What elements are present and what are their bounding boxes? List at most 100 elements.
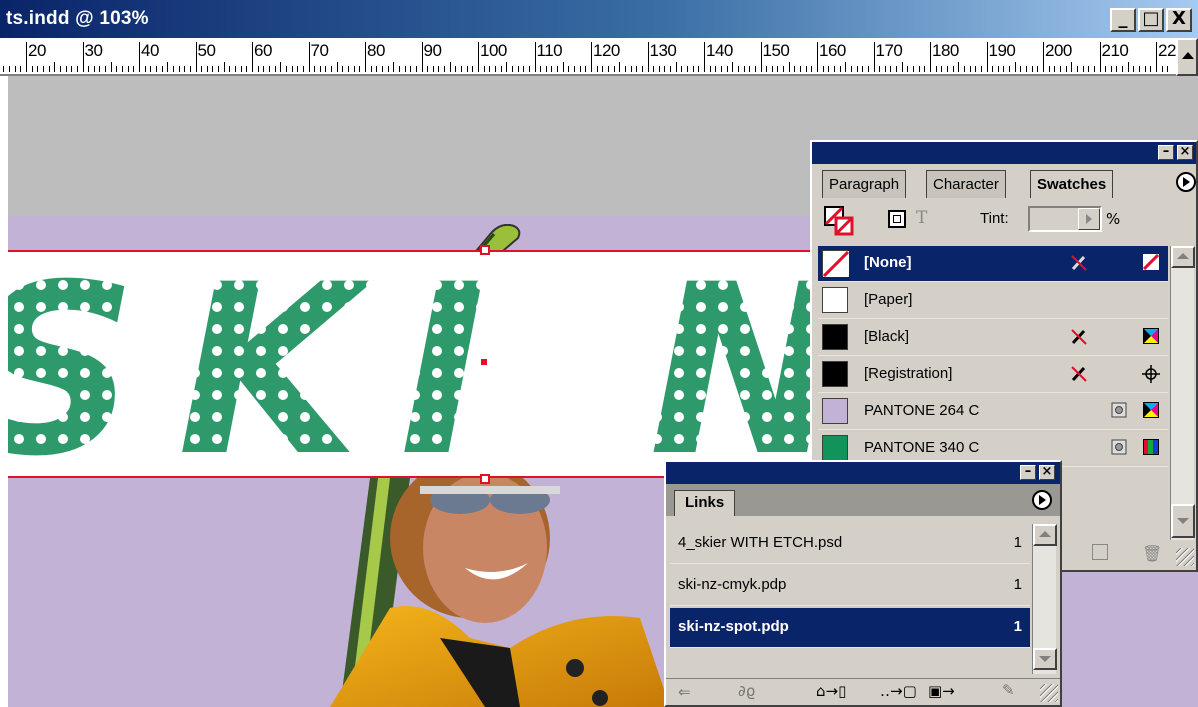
ruler-minor-tick bbox=[500, 66, 502, 72]
ruler-minor-tick bbox=[692, 66, 694, 72]
collapse-button[interactable]: – bbox=[1158, 145, 1174, 160]
ruler-minor-tick bbox=[845, 62, 847, 72]
ruler-minor-tick bbox=[720, 66, 722, 72]
embed-link-icon[interactable]: ▣→ bbox=[928, 682, 955, 700]
scroll-up-arrow-icon[interactable] bbox=[1171, 246, 1195, 268]
ruler-minor-tick bbox=[681, 66, 683, 72]
link-page: 1 bbox=[1013, 534, 1022, 551]
close-button[interactable]: X bbox=[1166, 8, 1192, 32]
ruler-minor-tick bbox=[896, 66, 898, 72]
resize-grip-icon[interactable] bbox=[1176, 548, 1194, 566]
ruler-minor-tick bbox=[274, 66, 276, 72]
links-panel-titlebar[interactable]: – × bbox=[666, 462, 1060, 484]
container-icon[interactable] bbox=[888, 210, 906, 228]
ruler-minor-tick bbox=[31, 66, 33, 72]
window-title: ts.indd @ 103% bbox=[6, 8, 149, 29]
ruler-minor-tick bbox=[715, 66, 717, 72]
go-to-link-icon[interactable]: ∂ϱ bbox=[738, 682, 755, 700]
new-swatch-icon[interactable] bbox=[1092, 544, 1108, 560]
tab-paragraph[interactable]: Paragraph bbox=[822, 170, 907, 198]
ruler-minor-tick bbox=[517, 66, 519, 72]
resize-grip-icon[interactable] bbox=[1040, 684, 1058, 702]
swatch-name: [None] bbox=[864, 254, 912, 271]
ruler-minor-tick bbox=[777, 66, 779, 72]
close-panel-button[interactable]: × bbox=[1039, 465, 1055, 480]
ruler-minor-tick bbox=[879, 66, 881, 72]
top-center-handle[interactable] bbox=[480, 245, 490, 255]
swatch-row-registration[interactable]: [Registration] bbox=[818, 357, 1168, 393]
links-list[interactable]: 4_skier WITH ETCH.psd 1 ski-nz-cmyk.pdp … bbox=[666, 520, 1030, 676]
tab-character[interactable]: Character bbox=[926, 170, 1006, 198]
link-row[interactable]: ski-nz-cmyk.pdp 1 bbox=[670, 566, 1030, 606]
collapse-button[interactable]: – bbox=[1020, 465, 1036, 480]
ruler-minor-tick bbox=[257, 66, 259, 72]
window-title-bar[interactable]: ts.indd @ 103% _ □ X bbox=[0, 0, 1198, 38]
text-icon[interactable]: T bbox=[916, 208, 927, 228]
ruler-minor-tick bbox=[743, 66, 745, 72]
link-row[interactable]: ski-nz-spot.pdp 1 bbox=[670, 608, 1030, 648]
ruler-label: 20 bbox=[28, 41, 46, 60]
swatch-row-pantone-264[interactable]: PANTONE 264 C bbox=[818, 394, 1168, 430]
pencil-icon[interactable]: ✎ bbox=[1002, 681, 1015, 699]
ruler-major-tick bbox=[647, 42, 649, 72]
no-edit-icon bbox=[1070, 254, 1088, 272]
maximize-button[interactable]: □ bbox=[1138, 8, 1164, 32]
swatch-row-black[interactable]: [Black] bbox=[818, 320, 1168, 356]
horizontal-ruler[interactable]: 20 30 40 50 60 70 80 90 100 110 120 130 140 150 160 170… bbox=[0, 38, 1198, 76]
ruler-minor-tick bbox=[314, 66, 316, 72]
scroll-down-arrow-icon[interactable] bbox=[1171, 504, 1195, 538]
ruler-minor-tick bbox=[116, 66, 118, 72]
ruler-minor-tick bbox=[71, 66, 73, 72]
none-icon bbox=[1142, 253, 1160, 272]
ruler-minor-tick bbox=[523, 66, 525, 72]
ruler-minor-tick bbox=[766, 66, 768, 72]
ruler-minor-tick bbox=[771, 66, 773, 72]
swatch-chip bbox=[822, 287, 848, 313]
ruler-major-tick bbox=[365, 42, 366, 72]
ruler-minor-tick bbox=[167, 62, 169, 72]
tab-links[interactable]: Links bbox=[674, 490, 736, 516]
ruler-minor-tick bbox=[562, 62, 564, 72]
ruler-minor-tick bbox=[568, 66, 570, 72]
trash-icon[interactable]: 🗑 bbox=[1142, 544, 1162, 563]
ruler-major-tick bbox=[930, 42, 931, 72]
update-link-icon[interactable]: ⌂→▯ bbox=[816, 682, 846, 700]
scroll-up-arrow-icon[interactable] bbox=[1033, 524, 1057, 546]
swatch-row-paper[interactable]: [Paper] bbox=[818, 283, 1168, 319]
ruler-minor-tick bbox=[319, 66, 321, 72]
swatches-panel-titlebar[interactable]: – × bbox=[812, 142, 1196, 164]
panel-menu-arrow-icon[interactable] bbox=[1032, 490, 1052, 510]
ruler-minor-tick bbox=[449, 62, 451, 72]
ruler-major-tick bbox=[817, 42, 818, 72]
relink-icon[interactable]: ⇐ bbox=[678, 683, 691, 701]
panel-menu-arrow-icon[interactable] bbox=[1176, 172, 1196, 192]
ruler-minor-tick bbox=[579, 66, 581, 72]
bottom-center-handle[interactable] bbox=[480, 474, 490, 484]
ruler-minor-tick bbox=[636, 66, 638, 72]
ruler-minor-tick bbox=[732, 62, 734, 72]
edit-original-icon[interactable]: ‥→▢ bbox=[880, 682, 917, 700]
scroll-up-button[interactable] bbox=[1176, 38, 1198, 76]
headline-text-frame[interactable]: SKI N bbox=[8, 250, 868, 480]
ruler-minor-tick bbox=[952, 66, 954, 72]
tint-slider-arrow-icon[interactable] bbox=[1078, 208, 1100, 230]
fill-stroke-icon[interactable] bbox=[824, 206, 854, 236]
links-scrollbar[interactable] bbox=[1032, 524, 1057, 674]
ruler-minor-tick bbox=[1133, 66, 1135, 72]
ruler-label: 40 bbox=[141, 41, 159, 60]
close-panel-button[interactable]: × bbox=[1177, 145, 1193, 160]
swatch-list-scrollbar[interactable] bbox=[1170, 246, 1195, 540]
ruler-major-tick bbox=[139, 42, 140, 72]
link-row[interactable]: 4_skier WITH ETCH.psd 1 bbox=[670, 524, 1030, 564]
frame-center-point[interactable] bbox=[481, 359, 487, 365]
link-name: 4_skier WITH ETCH.psd bbox=[678, 534, 843, 551]
tab-swatches[interactable]: Swatches bbox=[1030, 170, 1114, 198]
ruler-label: 160 bbox=[819, 41, 846, 60]
minimize-button[interactable]: _ bbox=[1110, 8, 1136, 32]
scroll-down-arrow-icon[interactable] bbox=[1033, 648, 1057, 670]
ruler-minor-tick bbox=[144, 66, 146, 72]
links-panel[interactable]: – × Links 4_skier WITH ETCH.psd 1 ski-nz… bbox=[664, 460, 1062, 707]
ruler-minor-tick bbox=[670, 66, 672, 72]
registration-icon bbox=[1142, 365, 1160, 383]
swatch-row-none[interactable]: [None] bbox=[818, 246, 1168, 282]
